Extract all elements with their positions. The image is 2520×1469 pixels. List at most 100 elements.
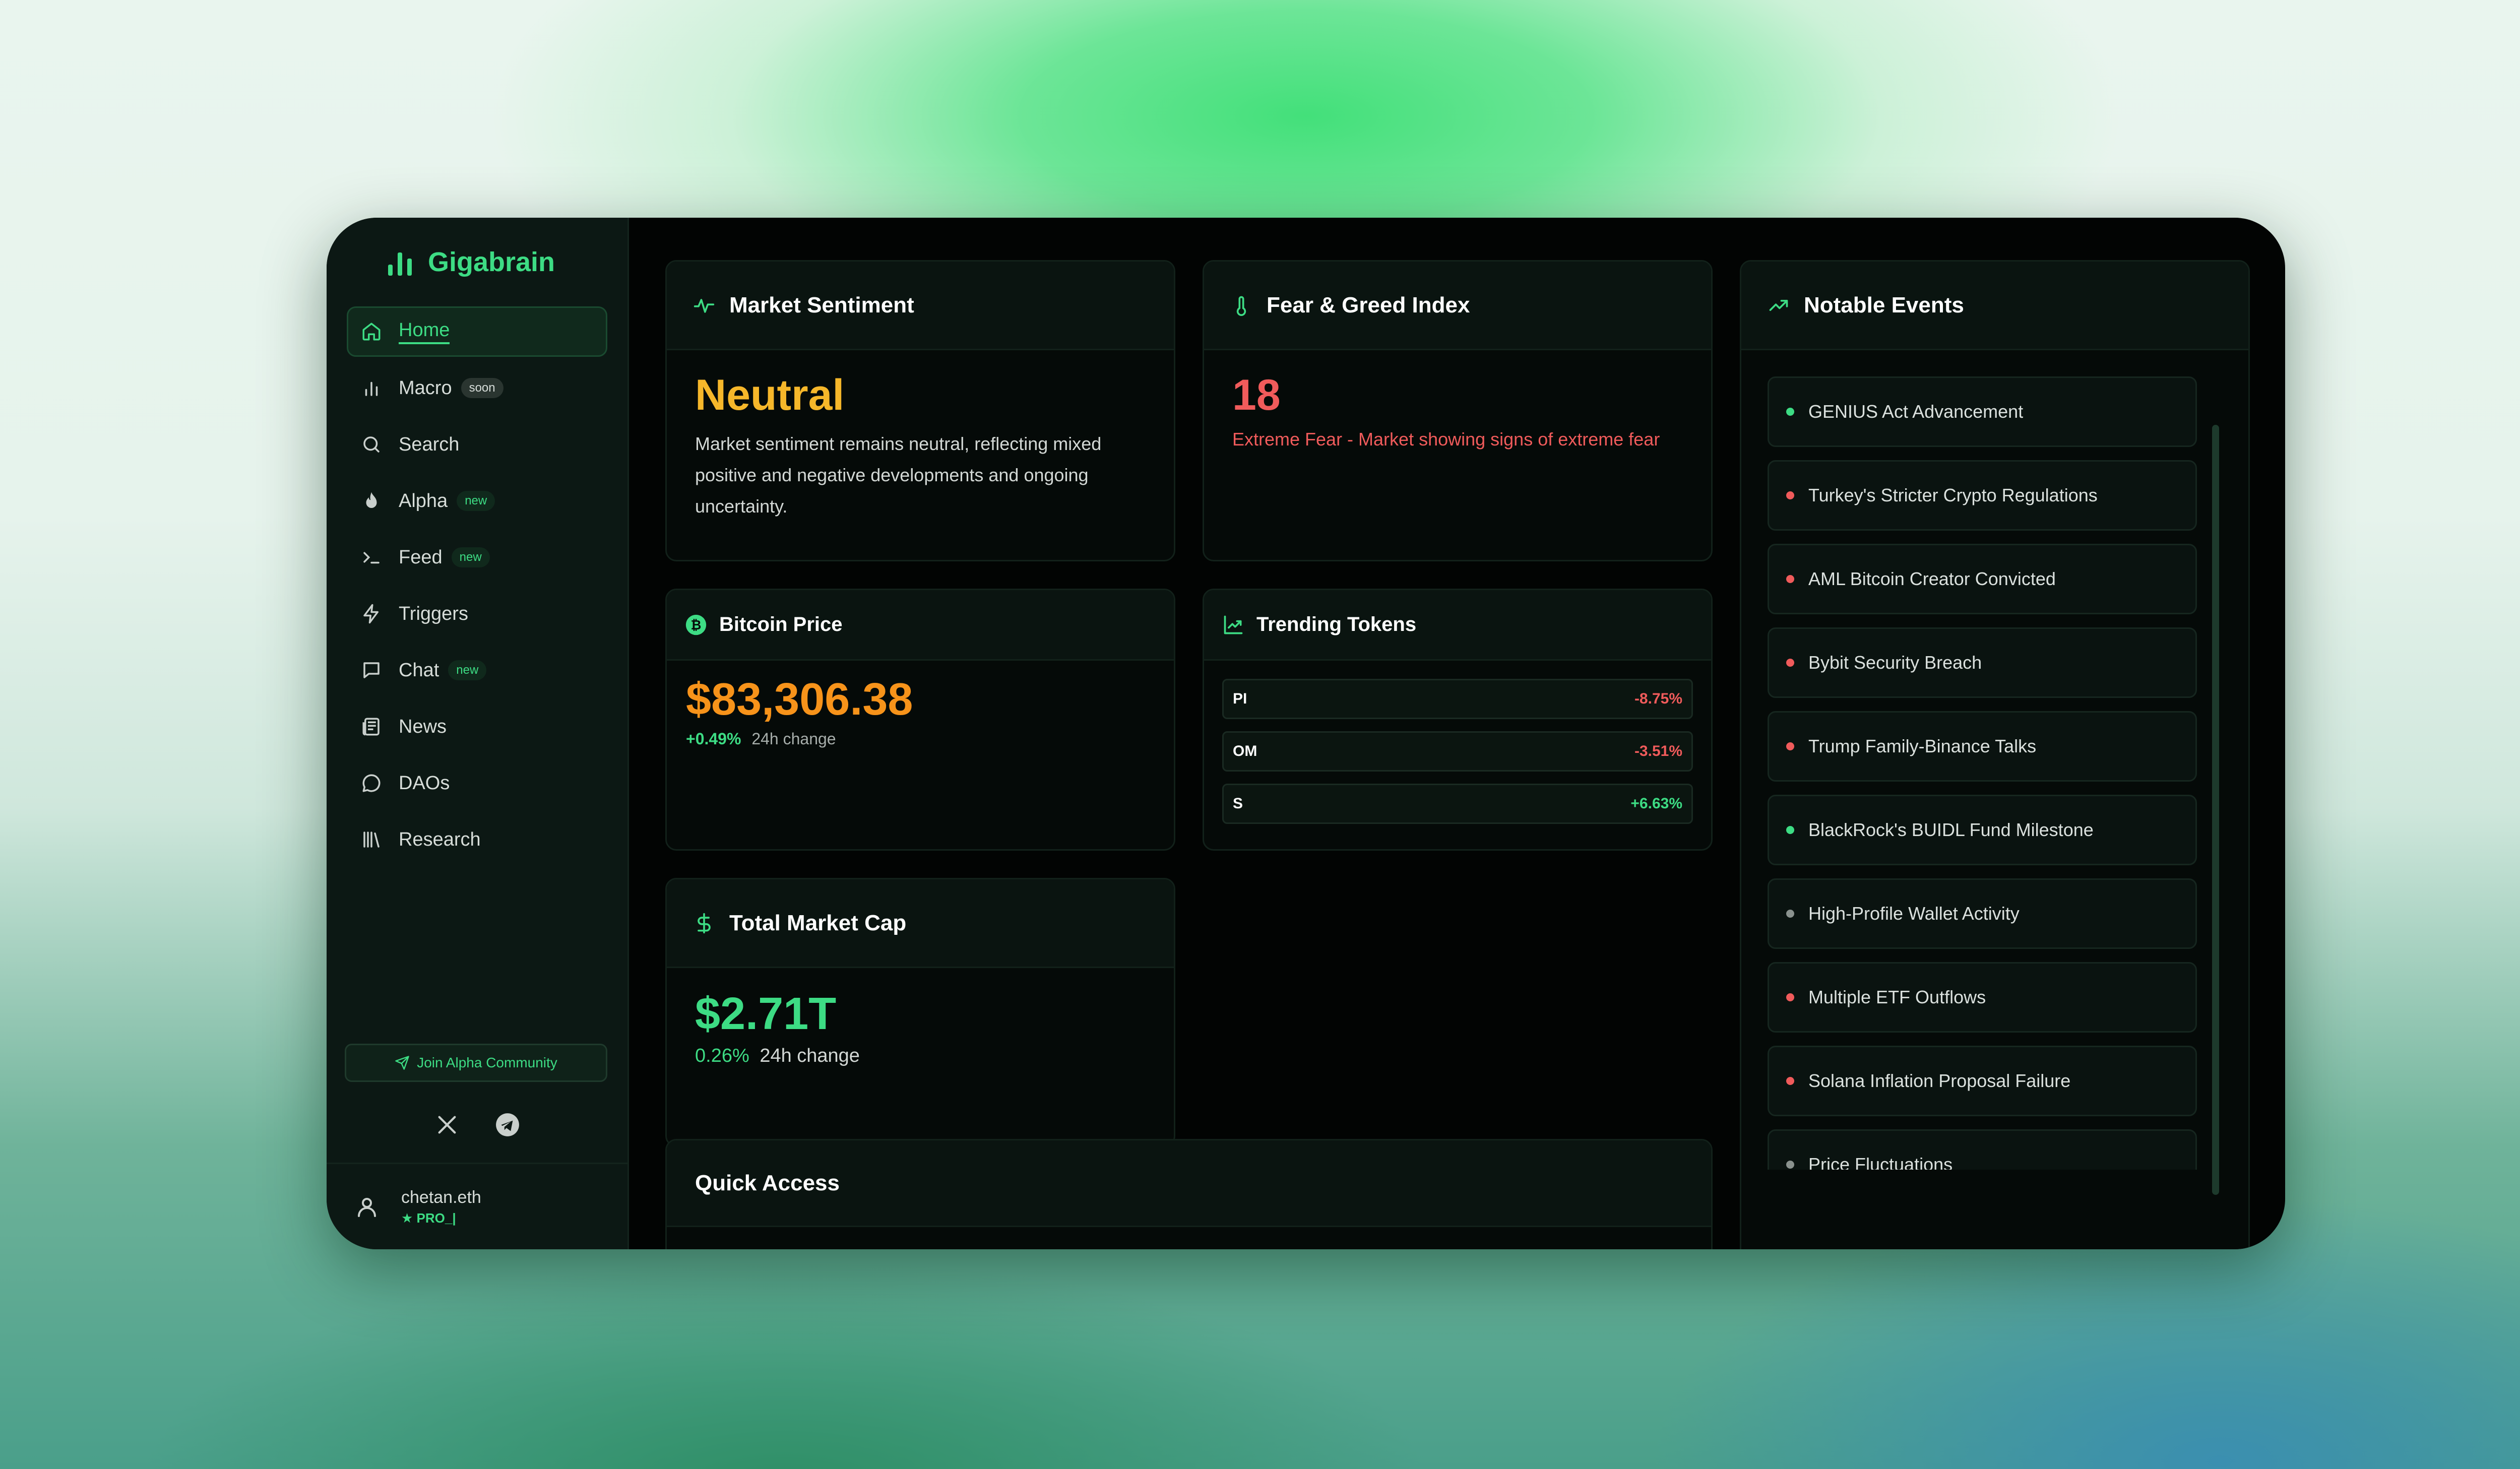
event-label: BlackRock's BUIDL Fund Milestone [1808,819,2094,840]
event-label: AML Bitcoin Creator Convicted [1808,568,2056,589]
soon-badge: soon [461,378,503,398]
sidebar-item-label: Research [399,828,481,850]
status-dot [1786,826,1794,834]
sidebar-item-home[interactable]: Home [347,306,607,357]
chat-square-icon [360,659,383,681]
event-item[interactable]: AML Bitcoin Creator Convicted [1768,544,2197,614]
event-label: Multiple ETF Outflows [1808,987,1986,1007]
brand-name: Gigabrain [428,247,555,277]
event-label: Bybit Security Breach [1808,652,1982,673]
event-label: Trump Family-Binance Talks [1808,736,2037,756]
market-sentiment-card: Market Sentiment Neutral Market sentimen… [665,260,1175,561]
event-item[interactable]: BlackRock's BUIDL Fund Milestone [1768,795,2197,865]
sidebar-item-feed[interactable]: Feed new [347,532,607,583]
status-dot [1786,659,1794,667]
fear-greed-description: Extreme Fear - Market showing signs of e… [1232,429,1660,450]
card-title: Total Market Cap [729,910,907,935]
bar-chart-icon [360,377,383,399]
bitcoin-change-row: +0.49% 24h change [686,730,1155,748]
svg-text:₿: ₿ [691,618,702,633]
new-badge: new [451,547,490,567]
card-title: Trending Tokens [1256,613,1417,635]
logo-bars-icon [388,248,412,276]
library-icon [360,828,383,851]
event-item[interactable]: Trump Family-Binance Talks [1768,711,2197,782]
brand[interactable]: Gigabrain [327,218,627,306]
token-symbol: PI [1233,690,1247,707]
status-dot [1786,491,1794,499]
sidebar-item-search[interactable]: Search [347,419,607,470]
token-row[interactable]: S +6.63% [1222,784,1693,824]
lightning-icon [360,603,383,625]
sidebar-item-daos[interactable]: DAOs [347,758,607,808]
sidebar: Gigabrain Home Macro soon Search Alpha n… [327,218,629,1249]
sidebar-item-label: Chat [399,659,439,681]
user-name: chetan.eth [401,1187,481,1207]
terminal-icon [360,546,383,568]
sidebar-item-macro[interactable]: Macro soon [347,363,607,413]
sidebar-item-label: News [399,716,447,737]
dollar-icon [698,913,711,933]
status-dot [1786,993,1794,1001]
status-dot [1786,1077,1794,1085]
event-label: Turkey's Stricter Crypto Regulations [1808,485,2098,505]
market-cap-value: $2.71T [695,989,837,1039]
bitcoin-price-value: $83,306.38 [686,674,913,725]
sidebar-item-label: Macro [399,377,452,399]
token-symbol: S [1233,795,1243,812]
event-item[interactable]: Multiple ETF Outflows [1768,962,2197,1033]
token-symbol: OM [1233,743,1257,759]
pulse-icon [694,298,715,313]
fear-greed-value: 18 [1232,371,1281,419]
sidebar-item-triggers[interactable]: Triggers [347,589,607,639]
sidebar-item-research[interactable]: Research [347,814,607,865]
event-item[interactable]: Bybit Security Breach [1768,627,2197,698]
sentiment-value: Neutral [695,371,845,419]
flame-icon [360,490,383,512]
trending-tokens-card: Trending Tokens PI -8.75% OM -3.51% S +6… [1203,589,1713,851]
event-item[interactable]: GENIUS Act Advancement [1768,376,2197,447]
telegram-icon[interactable] [495,1112,520,1137]
join-community-button[interactable]: Join Alpha Community [345,1044,607,1082]
events-list[interactable]: GENIUS Act Advancement Turkey's Stricter… [1768,376,2197,1170]
user-info: chetan.eth ★ PRO_| [401,1188,481,1226]
newspaper-icon [360,716,383,738]
status-dot [1786,408,1794,416]
dashboard: Market Sentiment Neutral Market sentimen… [629,218,2285,1249]
card-title: Market Sentiment [729,292,914,317]
token-change: +6.63% [1630,795,1682,812]
user-icon [358,1197,376,1217]
events-scrollbar[interactable] [2212,425,2219,1195]
token-change: -8.75% [1634,690,1682,707]
sidebar-item-alpha[interactable]: Alpha new [347,476,607,526]
status-dot [1786,575,1794,583]
sidebar-item-news[interactable]: News [347,701,607,752]
thermometer-icon [1236,296,1246,316]
join-community-label: Join Alpha Community [417,1055,557,1070]
event-item[interactable]: Solana Inflation Proposal Failure [1768,1046,2197,1116]
token-change: -3.51% [1634,743,1682,759]
sentiment-description: Market sentiment remains neutral, reflec… [695,433,1102,517]
event-item[interactable]: Turkey's Stricter Crypto Regulations [1768,460,2197,531]
x-icon[interactable] [434,1112,460,1137]
event-label: GENIUS Act Advancement [1808,401,2024,422]
app-window: Gigabrain Home Macro soon Search Alpha n… [327,218,2285,1249]
token-row[interactable]: OM -3.51% [1222,731,1693,772]
market-cap-change: 0.26% [695,1045,749,1066]
event-item[interactable]: Price Fluctuations [1768,1129,2197,1170]
total-market-cap-card: Total Market Cap $2.71T 0.26% 24h change [665,878,1175,1147]
sidebar-item-label: Home [399,320,450,344]
market-cap-change-label: 24h change [760,1045,860,1066]
social-links [327,1102,627,1147]
send-icon [395,1056,409,1070]
user-plan: ★ PRO_| [401,1210,456,1226]
card-title: Bitcoin Price [719,613,843,635]
new-badge: new [448,660,487,680]
sidebar-item-chat[interactable]: Chat new [347,645,607,695]
sidebar-item-label: Alpha [399,490,448,512]
sidebar-footer: Join Alpha Community chetan.eth ★ PRO_| [327,1044,627,1249]
user-profile[interactable]: chetan.eth ★ PRO_| [327,1163,627,1249]
event-label: High-Profile Wallet Activity [1808,903,2020,924]
token-row[interactable]: PI -8.75% [1222,679,1693,719]
event-item[interactable]: High-Profile Wallet Activity [1768,878,2197,949]
